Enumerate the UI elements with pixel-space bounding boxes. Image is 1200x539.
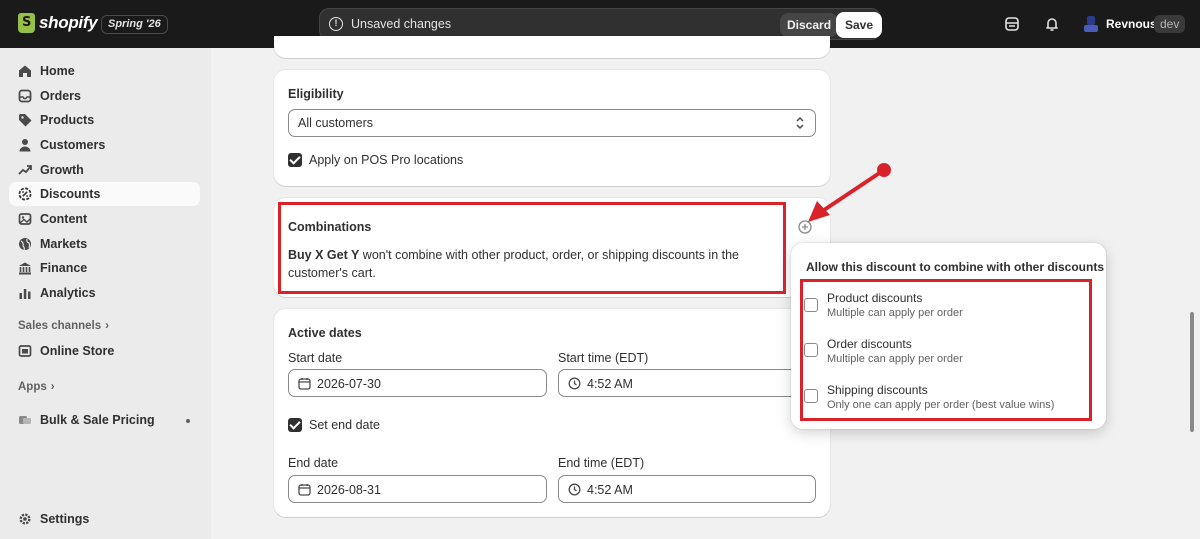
calendar-icon (298, 484, 311, 496)
sidebar-item-finance[interactable]: Finance (9, 256, 200, 280)
sidebar-item-label: Markets (40, 237, 88, 251)
discard-button[interactable]: Discard (780, 13, 839, 37)
sidebar-item-settings[interactable]: Settings (9, 507, 200, 531)
sidebar-item-content[interactable]: Content (9, 207, 200, 231)
edition-badge: Spring '26 (101, 15, 168, 34)
sidebar-item-label: Customers (40, 138, 106, 152)
sidebar-item-products[interactable]: Products (9, 108, 200, 132)
sidebar-item-label: Orders (40, 89, 81, 103)
info-icon: ! (329, 17, 343, 31)
sidebar-item-bulk-sale-pricing[interactable]: Bulk & Sale Pricing (9, 408, 200, 432)
eligibility-select[interactable]: All customers (288, 109, 816, 137)
globe-icon (19, 238, 31, 251)
end-time-input[interactable]: 4:52 AM (558, 475, 816, 503)
sidebar-item-label: Settings (40, 512, 90, 526)
combinations-highlight-box (278, 202, 786, 294)
sidebar-item-analytics[interactable]: Analytics (9, 281, 200, 305)
inbox-icon (18, 89, 32, 103)
end-date-value: 2026-08-31 (317, 483, 381, 497)
sidebar-item-label: Home (40, 64, 75, 78)
calendar-icon (298, 378, 311, 390)
start-time-value: 4:52 AM (587, 377, 633, 391)
pos-pro-checkbox[interactable] (288, 153, 302, 167)
gear-icon (19, 513, 31, 525)
sidebar-item-growth[interactable]: Growth (9, 158, 200, 182)
select-chevron-icon (796, 116, 804, 130)
start-date-input[interactable]: 2026-07-30 (288, 369, 547, 397)
active-dates-card: Active dates Start date 2026-07-30 Start… (274, 309, 830, 517)
active-dates-title: Active dates (288, 326, 362, 340)
user-name[interactable]: Revnous (1106, 17, 1157, 31)
scrollbar[interactable] (1190, 312, 1194, 432)
tag-icon (19, 114, 32, 127)
sidebar-item-label: Content (40, 212, 88, 226)
sidebar-item-orders[interactable]: Orders (9, 84, 200, 108)
start-time-input[interactable]: 4:52 AM (558, 369, 816, 397)
bank-icon (19, 262, 31, 275)
add-combination-icon[interactable] (797, 219, 813, 235)
chart-icon (19, 289, 31, 299)
sidebar-item-discounts[interactable]: Discounts (9, 182, 200, 206)
sidebar-item-home[interactable]: Home (9, 59, 200, 83)
start-date-value: 2026-07-30 (317, 377, 381, 391)
sidebar-item-label: Growth (40, 163, 84, 177)
growth-icon (18, 165, 32, 175)
apps-label: Apps (18, 381, 47, 393)
app-status-dot (186, 419, 190, 423)
end-date-label: End date (288, 456, 339, 470)
sidebar: Home Orders Products Customers Growth Di… (0, 48, 211, 539)
avatar[interactable] (1082, 15, 1100, 33)
eligibility-selected-value: All customers (298, 116, 374, 130)
save-button[interactable]: Save (836, 12, 883, 38)
discount-icon (18, 187, 32, 201)
store-switch-icon[interactable] (1003, 15, 1021, 33)
start-time-label: Start time (EDT) (558, 351, 649, 365)
sidebar-item-label: Online Store (40, 344, 115, 358)
sidebar-item-label: Bulk & Sale Pricing (40, 413, 155, 427)
start-date-label: Start date (288, 351, 343, 365)
options-highlight-box (800, 279, 1092, 421)
clock-icon (568, 377, 581, 390)
sidebar-item-online-store[interactable]: Online Store (9, 339, 200, 363)
set-end-date-label: Set end date (309, 418, 380, 432)
sales-channels-heading[interactable]: Sales channels › (18, 320, 109, 332)
logo-text: shopify (39, 13, 98, 32)
shopify-bag-icon (18, 13, 35, 33)
previous-card (274, 36, 830, 58)
chevron-right-icon: › (105, 320, 109, 332)
eligibility-title: Eligibility (288, 87, 344, 101)
set-end-date-checkbox[interactable] (288, 418, 302, 432)
shopify-logo[interactable]: shopify (18, 13, 98, 33)
dev-badge: dev (1154, 15, 1186, 33)
app-icon (19, 416, 31, 424)
sidebar-item-label: Analytics (40, 286, 96, 300)
sidebar-item-label: Products (40, 113, 95, 127)
sidebar-item-label: Discounts (40, 187, 101, 201)
store-icon (18, 345, 32, 357)
eligibility-card: Eligibility All customers Apply on POS P… (274, 70, 830, 186)
sidebar-item-customers[interactable]: Customers (9, 133, 200, 157)
sidebar-item-markets[interactable]: Markets (9, 232, 200, 256)
bell-icon[interactable] (1043, 15, 1061, 33)
popover-title: Allow this discount to combine with othe… (806, 260, 1105, 274)
sales-channels-label: Sales channels (18, 320, 102, 332)
content-icon (18, 213, 32, 225)
end-time-label: End time (EDT) (558, 456, 645, 470)
end-date-input[interactable]: 2026-08-31 (288, 475, 547, 503)
person-icon (19, 139, 31, 152)
home-icon (19, 65, 31, 77)
apps-heading[interactable]: Apps › (18, 381, 55, 393)
chevron-right-icon: › (50, 381, 55, 393)
sidebar-item-label: Finance (40, 261, 88, 275)
end-time-value: 4:52 AM (587, 483, 633, 497)
unsaved-message: Unsaved changes (351, 17, 452, 31)
pos-pro-label: Apply on POS Pro locations (309, 153, 464, 167)
clock-icon (568, 483, 581, 496)
